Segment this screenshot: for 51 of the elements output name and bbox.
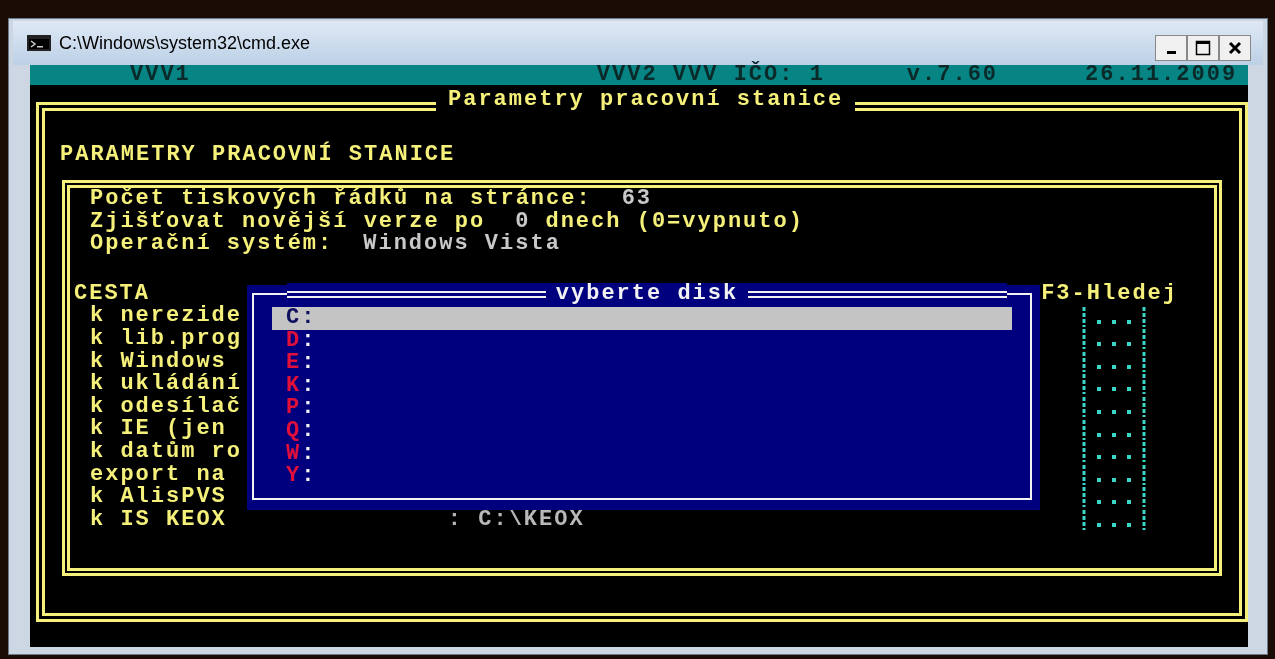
setting-label: Počet tiskových řádků na stránce: <box>90 188 592 211</box>
frame-title: Parametry pracovní stanice <box>436 89 856 112</box>
path-label: k nerezide <box>90 305 243 328</box>
setting-label: dnech (0=vypnuto) <box>545 210 804 234</box>
minimize-icon <box>1166 50 1176 54</box>
dotted-field-icon <box>1081 350 1147 373</box>
drive-item[interactable]: K: <box>272 374 1012 398</box>
minimize-button[interactable] <box>1155 35 1187 61</box>
dotted-field-icon <box>1081 396 1147 419</box>
dotted-field-icon <box>1081 373 1147 396</box>
section-heading: CESTA <box>74 282 150 306</box>
dotted-field-icon <box>1081 509 1147 531</box>
console-icon <box>27 35 51 51</box>
path-label: k IS KEOX <box>90 508 227 532</box>
header-text: 26.11.2009 <box>1085 65 1238 85</box>
setting-label: Operační systém: <box>90 233 334 256</box>
path-label: k IE (jen <box>90 418 227 441</box>
header-text: v.7.60 <box>906 65 999 85</box>
drive-item[interactable]: Y: <box>272 465 1012 488</box>
dotted-field-icon <box>1081 486 1147 509</box>
hint-text: F3-Hledej <box>1041 282 1178 306</box>
path-value: : C:\KEOX <box>447 508 585 532</box>
dotted-field-icon <box>1081 328 1147 351</box>
path-label: k ukládání <box>90 373 243 396</box>
path-label: k odesílač <box>90 395 243 419</box>
drive-item[interactable]: E: <box>272 352 1012 375</box>
dotted-field-icon <box>1081 441 1147 464</box>
close-button[interactable] <box>1219 35 1251 61</box>
drive-item[interactable]: W: <box>272 442 1012 466</box>
setting-label: Zjišťovat novější verze po <box>90 210 486 234</box>
maximize-icon <box>1195 40 1211 56</box>
section-title: PARAMETRY PRACOVNÍ STANICE <box>60 142 456 167</box>
dotted-field-icon <box>1081 463 1147 486</box>
dotted-field-icon <box>1081 305 1147 328</box>
drive-item[interactable]: D: <box>272 329 1012 353</box>
header-text: VVV1 <box>130 65 191 85</box>
close-icon <box>1228 41 1242 55</box>
path-label: k AlisPVS <box>90 486 227 509</box>
window-title: C:\Windows\system32\cmd.exe <box>59 31 311 55</box>
path-label: k Windows <box>90 350 227 374</box>
setting-value: 63 <box>621 188 653 211</box>
path-label: export na <box>90 463 227 487</box>
setting-value: Windows Vista <box>363 233 561 256</box>
path-label: k lib.prog <box>90 327 243 351</box>
drive-item[interactable]: P: <box>272 397 1012 420</box>
drive-item[interactable]: Q: <box>272 419 1012 443</box>
path-label: k datům ro <box>90 440 243 464</box>
maximize-button[interactable] <box>1187 35 1219 61</box>
dotted-field-icon <box>1081 418 1147 441</box>
setting-value: 0 <box>515 210 531 234</box>
drive-item[interactable]: C: <box>272 307 1012 330</box>
